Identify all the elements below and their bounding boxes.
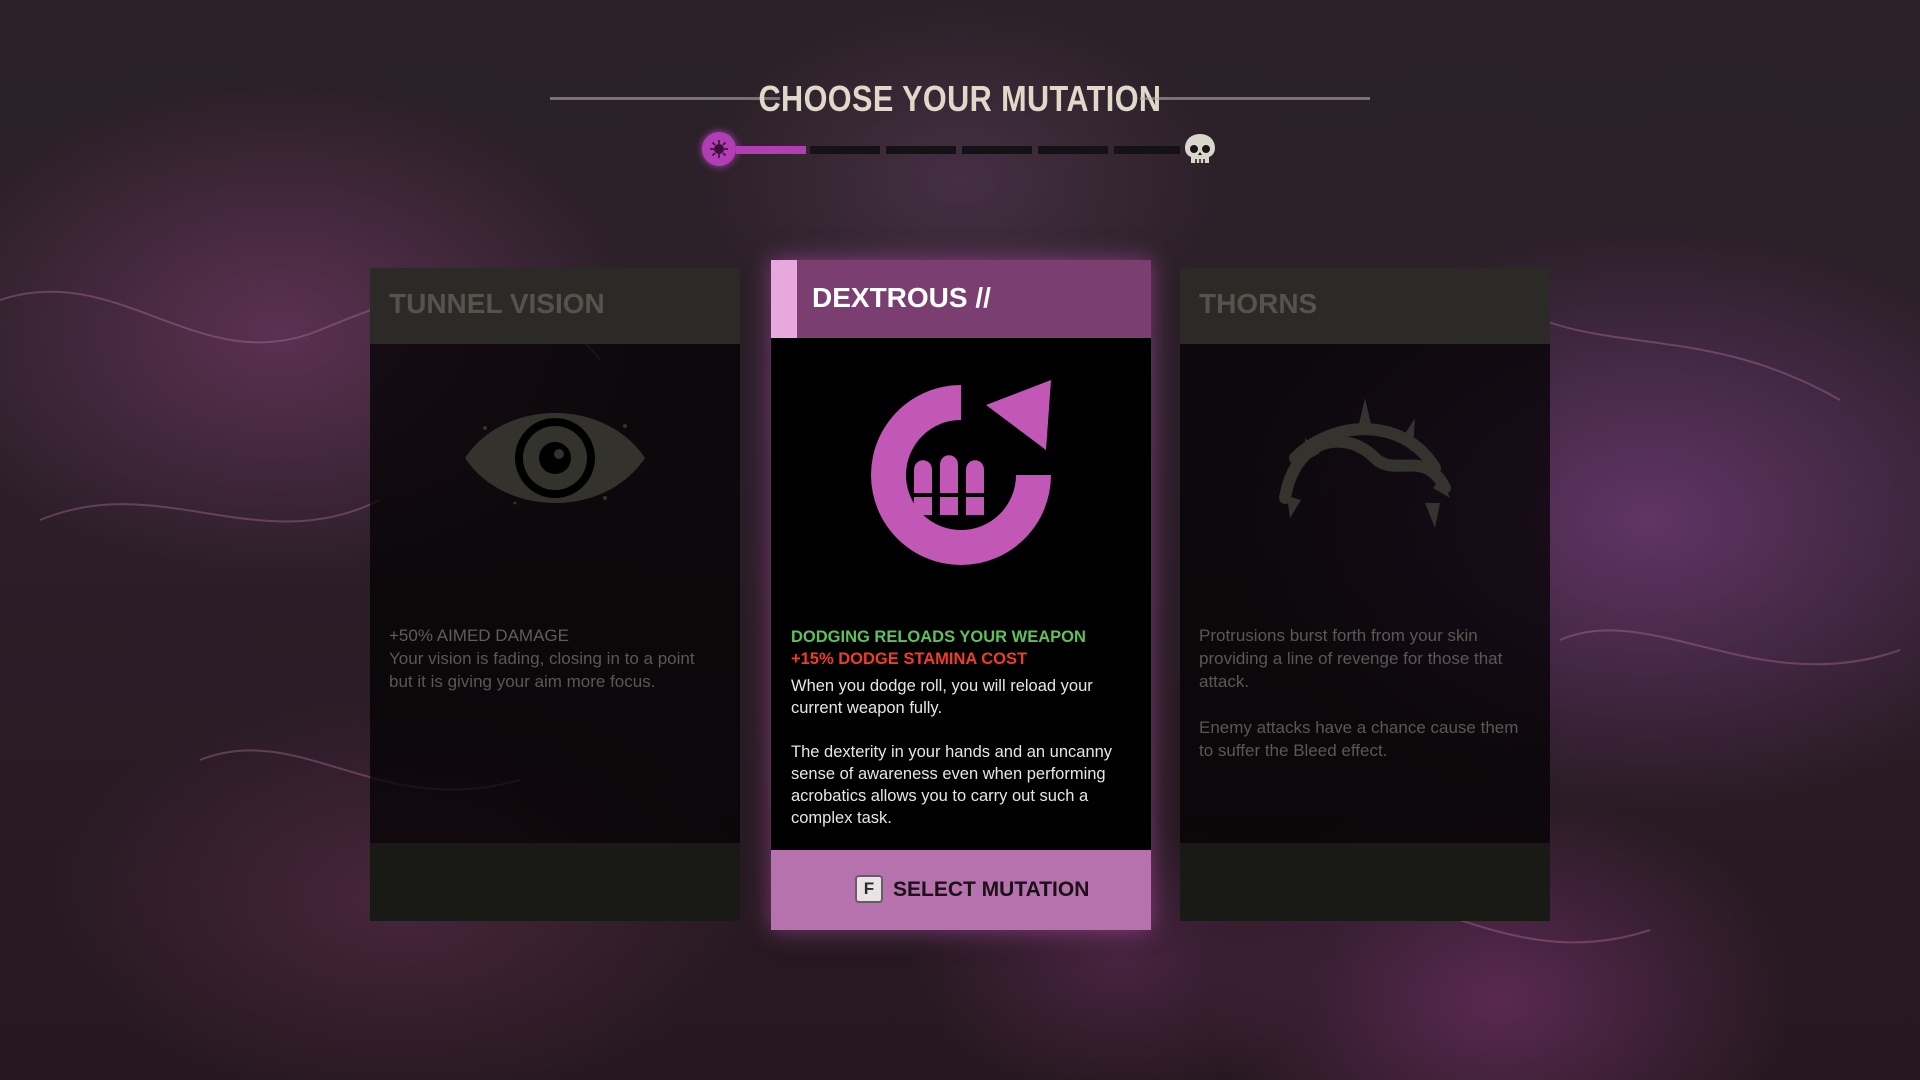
- card-header: DEXTROUS //: [771, 260, 1151, 338]
- lore-text: Protrusions burst forth from your skin p…: [1199, 626, 1503, 691]
- mutation-start-node: [702, 132, 736, 166]
- card-footer: [370, 843, 740, 921]
- debuff-line: +15% DODGE STAMINA COST: [791, 650, 1028, 668]
- stat-line: +50% AIMED DAMAGE: [389, 626, 569, 645]
- eye-icon: [465, 413, 645, 505]
- virus-icon: [710, 140, 728, 158]
- mutation-card-thorns[interactable]: THORNS Protrusions burst forth from your…: [1180, 268, 1550, 921]
- card-footer: [1180, 843, 1550, 921]
- progress-segment: [1114, 146, 1180, 154]
- effect-text: Enemy attacks have a chance cause them t…: [1199, 718, 1519, 760]
- keybind-f: F: [855, 875, 883, 903]
- card-header: TUNNEL VISION: [370, 268, 740, 344]
- progress-segment: [886, 146, 956, 154]
- mutation-progress-track: [702, 130, 1222, 170]
- effect-text: When you dodge roll, you will reload you…: [791, 677, 1093, 717]
- card-title: TUNNEL VISION: [389, 288, 605, 319]
- select-mutation-button[interactable]: F SELECT MUTATION: [771, 850, 1151, 930]
- lore-text: Your vision is fading, closing in to a p…: [389, 649, 695, 691]
- progress-segment: [736, 146, 806, 154]
- select-mutation-label: SELECT MUTATION: [893, 878, 1090, 901]
- progress-segment: [1038, 146, 1108, 154]
- card-title: THORNS: [1199, 288, 1318, 319]
- mutation-card-dextrous[interactable]: DEXTROUS // DODGING RELOADS YOUR WEAPON …: [771, 260, 1151, 930]
- page-title: CHOOSE YOUR MUTATION: [758, 78, 1162, 119]
- buff-line: DODGING RELOADS YOUR WEAPON: [791, 628, 1086, 646]
- card-description: +50% AIMED DAMAGE Your vision is fading,…: [389, 624, 719, 693]
- lore-text: The dexterity in your hands and an uncan…: [791, 743, 1113, 827]
- title-row: CHOOSE YOUR MUTATION: [0, 76, 1920, 126]
- reload-bullets-icon: [871, 380, 1051, 565]
- mutation-card-tunnel-vision[interactable]: TUNNEL VISION +50% AIMED DAMAGE Your vis…: [370, 268, 740, 921]
- selected-accent-bar: [771, 260, 797, 338]
- progress-segment: [810, 146, 880, 154]
- card-header: THORNS: [1180, 268, 1550, 344]
- card-description: Protrusions burst forth from your skin p…: [1199, 624, 1529, 762]
- card-title: DEXTROUS //: [812, 282, 991, 313]
- title-divider-right: [1140, 97, 1370, 100]
- card-description: DODGING RELOADS YOUR WEAPON +15% DODGE S…: [791, 626, 1131, 829]
- skull-icon: [1185, 134, 1215, 163]
- progress-segment: [962, 146, 1032, 154]
- thorn-crown-icon: [1279, 398, 1451, 528]
